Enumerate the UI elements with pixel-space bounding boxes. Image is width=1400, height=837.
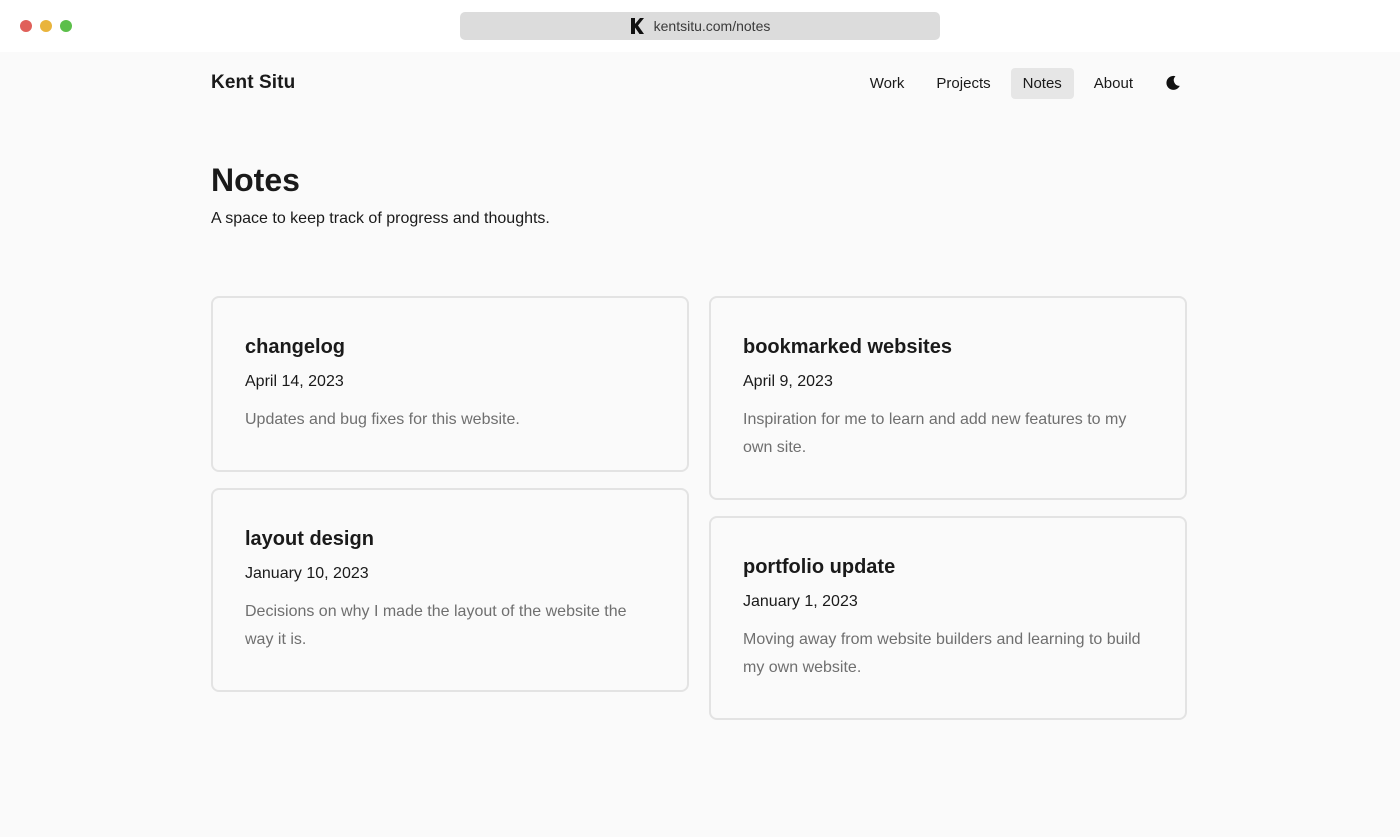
site-brand-link[interactable]: Kent Situ	[211, 72, 295, 94]
nav-link-work[interactable]: Work	[858, 68, 917, 99]
note-date: January 10, 2023	[245, 565, 369, 582]
page-title: Notes	[211, 162, 300, 198]
close-window-button[interactable]	[20, 20, 32, 32]
page-subtitle: A space to keep track of progress and th…	[211, 210, 550, 227]
note-description: Moving away from website builders and le…	[743, 631, 1141, 676]
note-date: April 9, 2023	[743, 373, 833, 390]
nav-links: Work Projects Notes About	[850, 67, 1187, 99]
k-logo-icon	[630, 18, 644, 34]
moon-icon[interactable]	[1165, 75, 1181, 91]
note-date: January 1, 2023	[743, 593, 858, 610]
note-title: changelog	[245, 336, 346, 358]
note-card-portfolio-update[interactable]: portfolio update January 1, 2023 Moving …	[709, 516, 1187, 720]
note-title: portfolio update	[743, 556, 896, 578]
note-description: Decisions on why I made the layout of th…	[245, 603, 627, 648]
note-date: April 14, 2023	[245, 373, 344, 390]
note-description: Updates and bug fixes for this website.	[245, 411, 520, 428]
minimize-window-button[interactable]	[40, 20, 52, 32]
note-card-layout-design[interactable]: layout design January 10, 2023 Decisions…	[211, 488, 689, 692]
nav-link-notes[interactable]: Notes	[1010, 67, 1074, 99]
address-bar-url: kentsitu.com/notes	[653, 18, 771, 34]
nav-link-projects[interactable]: Projects	[924, 68, 1002, 99]
note-title: layout design	[245, 528, 374, 550]
nav-link-about[interactable]: About	[1082, 68, 1145, 99]
note-card-bookmarked-websites[interactable]: bookmarked websites April 9, 2023 Inspir…	[709, 296, 1187, 500]
browser-chrome: kentsitu.com/notes	[0, 0, 1400, 52]
note-card-changelog[interactable]: changelog April 14, 2023 Updates and bug…	[211, 296, 689, 472]
address-bar[interactable]: kentsitu.com/notes	[460, 12, 940, 40]
top-nav: Kent Situ Work Projects Notes About	[211, 67, 1187, 99]
note-description: Inspiration for me to learn and add new …	[743, 411, 1127, 456]
note-title: bookmarked websites	[743, 336, 952, 358]
maximize-window-button[interactable]	[60, 20, 72, 32]
page: Kent Situ Work Projects Notes About Note…	[0, 52, 1400, 837]
